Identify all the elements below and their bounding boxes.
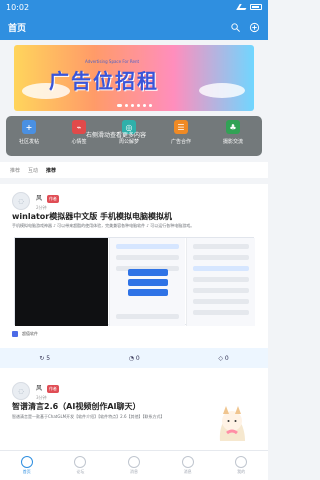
author-name-row: 风 作者 — [36, 383, 59, 393]
post-description: 手机模拟电脑游戏神器 ♪ 可以带来超酷的使用体验，完美兼容各种电脑软件 ♪ 可以… — [12, 223, 195, 228]
nav-message[interactable]: 消息 — [117, 456, 151, 475]
author-name-row: 风 作者 — [36, 193, 59, 203]
sponsor-row[interactable]: 超值软件 — [12, 331, 38, 337]
pager-dot — [116, 104, 122, 107]
avatar[interactable]: ◌ — [12, 192, 30, 210]
shortcut-label: 心情签 — [71, 139, 87, 145]
nav-label: 首页 — [22, 469, 31, 474]
shortcut-label: 广告合作 — [170, 139, 191, 145]
status-icons — [236, 4, 262, 10]
emulator-screenshot — [15, 238, 108, 326]
top-app-bar: 首页 — [0, 14, 268, 40]
message-icon — [127, 456, 140, 468]
shortcut-photo[interactable]: ♣ 摄影交流 — [212, 120, 254, 145]
share-action[interactable]: ◇ 0 — [218, 355, 228, 362]
nav-home[interactable]: 首页 — [10, 456, 44, 475]
content-tabs: 推荐 互动 推荐 — [0, 162, 268, 178]
nav-me[interactable]: 我的 — [224, 456, 258, 475]
post-card[interactable]: ◌ 风 作者 2分钟 winlator模拟器中文版 手机模拟电脑模拟机 手机模拟… — [0, 184, 268, 374]
battery-icon — [250, 4, 262, 10]
author-name: 风 — [36, 195, 43, 202]
post-title[interactable]: 智谱清言2.6（AI视频创作AI聊天） — [12, 401, 141, 412]
tab-recommend-active[interactable]: 推荐 — [46, 167, 56, 174]
post-actions: ↻ 5 ◔ 0 ◇ 0 — [0, 348, 268, 368]
author-badge: 作者 — [46, 384, 59, 393]
bottom-navigation: 首页 论坛 消息 消息 我的 — [0, 450, 268, 480]
pager-dot — [148, 104, 152, 107]
profile-icon — [235, 456, 248, 468]
post-description: 智谱清言是一款基于ChatGLM开发【软件介绍】【软件特点】2.6【其他】【联系… — [12, 414, 165, 419]
shortcut-ad[interactable]: ☰ 广告合作 — [160, 120, 202, 145]
tab-recommend[interactable]: 推荐 — [10, 167, 20, 174]
forum-icon — [74, 456, 87, 468]
options-preview — [186, 238, 255, 326]
post-image[interactable] — [14, 237, 255, 326]
search-icon[interactable] — [229, 21, 241, 33]
nav-label: 消息 — [183, 469, 192, 474]
author-block: ◌ 风 作者 3分钟 — [12, 382, 59, 401]
shortcut-label: 摄影交流 — [222, 139, 243, 145]
app-icon — [12, 331, 18, 337]
post-icon: + — [22, 120, 36, 134]
banner-slogan: 广告位招租 — [49, 69, 159, 93]
ad-banner[interactable]: Advertising Space For Rent 广告位招租 — [14, 45, 254, 111]
status-bar: 10:02 — [0, 0, 268, 14]
photo-icon: ♣ — [226, 120, 240, 134]
add-icon[interactable] — [248, 21, 260, 33]
top-bar-actions — [229, 21, 260, 33]
nav-notification[interactable]: 消息 — [171, 456, 205, 475]
shortcut-post[interactable]: + 社区发帖 — [8, 120, 50, 145]
pager-dot — [130, 104, 134, 107]
post-title[interactable]: winlator模拟器中文版 手机模拟电脑模拟机 — [12, 211, 172, 222]
banner-pagination — [14, 104, 254, 107]
status-time: 10:02 — [6, 2, 30, 12]
pager-dot — [124, 104, 128, 107]
like-count: 5 — [46, 354, 51, 362]
comment-count: 0 — [135, 354, 140, 362]
post-time: 2分钟 — [36, 204, 47, 210]
settings-preview — [109, 238, 185, 326]
share-count: 0 — [224, 354, 229, 362]
avatar[interactable]: ◌ — [12, 382, 30, 400]
ad-icon: ☰ — [174, 120, 188, 134]
like-action[interactable]: ↻ 5 — [39, 355, 50, 362]
author-name: 风 — [36, 385, 43, 392]
scroll-hint: 右侧滑动查看更多内容 — [86, 132, 147, 139]
signal-icon — [236, 4, 249, 10]
shortcut-label: 社区发帖 — [18, 139, 39, 145]
page-title: 首页 — [8, 23, 27, 34]
home-icon — [20, 456, 33, 468]
post-time: 3分钟 — [36, 394, 47, 400]
nav-forum[interactable]: 论坛 — [63, 456, 97, 475]
nav-label: 论坛 — [76, 469, 85, 474]
pager-dot — [136, 104, 140, 107]
nav-label: 消息 — [129, 469, 138, 474]
author-block: ◌ 风 作者 2分钟 — [12, 192, 59, 211]
mascot-sticker[interactable] — [210, 405, 255, 445]
notification-icon — [181, 456, 194, 468]
pager-dot — [142, 104, 146, 107]
banner-subtitle: Advertising Space For Rent — [85, 59, 140, 64]
tab-interact[interactable]: 互动 — [28, 167, 38, 174]
nav-label: 我的 — [237, 469, 246, 474]
shortcut-label: 周公解梦 — [118, 139, 139, 145]
mood-icon: ⌁ — [72, 120, 86, 134]
author-badge: 作者 — [46, 194, 59, 203]
comment-action[interactable]: ◔ 0 — [129, 355, 140, 362]
sponsor-label: 超值软件 — [22, 331, 38, 336]
